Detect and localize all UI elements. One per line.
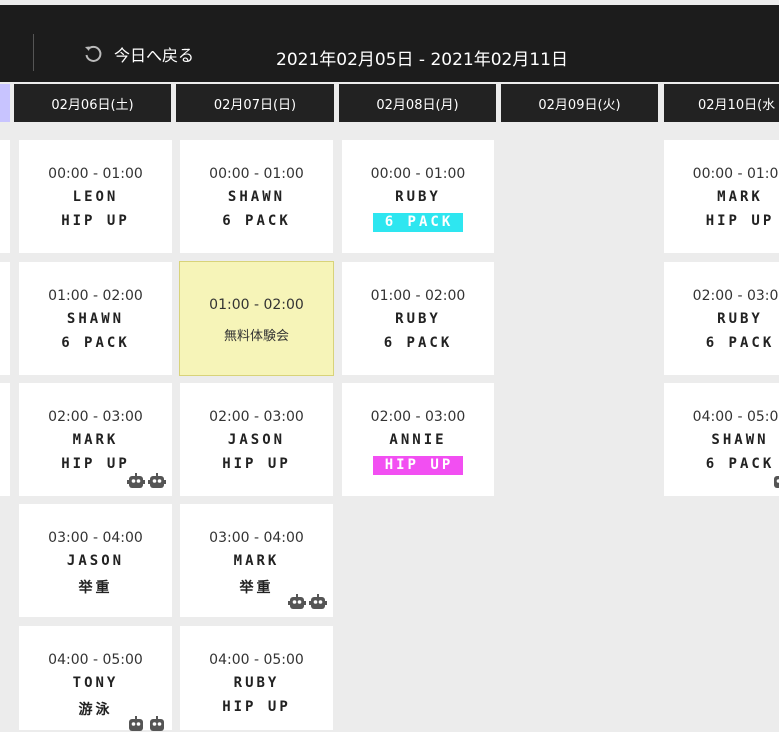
trial-slot[interactable]: 01:00 - 02:00 無料体験会 [179, 261, 334, 376]
back-to-today-button[interactable]: 今日へ戻る [82, 41, 194, 67]
class-slot[interactable]: 04:00 - 05:00 SHAWN 6 PACK [664, 383, 779, 496]
slot-time: 03:00 - 04:00 [209, 530, 304, 546]
slot-time: 04:00 - 05:00 [48, 652, 143, 668]
day-header-mon: 02月08日(月) [339, 84, 496, 122]
class-slot[interactable]: 00:00 - 01:00 SHAWN 6 PACK [180, 140, 333, 253]
class-slot[interactable]: 03:00 - 04:00 MARK 举重 [180, 504, 333, 617]
prev-day-header-edge [0, 84, 10, 122]
robot-icon [309, 594, 327, 609]
slot-coach: MARK [717, 189, 763, 205]
slot-class: 举重 [78, 580, 113, 596]
class-slot[interactable]: 02:00 - 03:00 JASON HIP UP [180, 383, 333, 496]
top-toolbar: 今日へ戻る 2021年02月05日 - 2021年02月11日 [0, 5, 779, 82]
day-header-sat: 02月06日(土) [14, 84, 171, 122]
slot-coach: SHAWN [711, 432, 769, 448]
refresh-icon [85, 45, 102, 62]
class-tag-magenta: HIP UP [372, 456, 464, 475]
slot-coach: SHAWN [227, 189, 286, 205]
booking-robots [288, 594, 327, 610]
slot-class: HIP UP [61, 456, 130, 472]
slot-class: HIP UP [222, 699, 291, 715]
slot-class: 6 PACK [222, 213, 291, 229]
slot-time: 01:00 - 02:00 [209, 297, 304, 313]
slot-time: 00:00 - 01:00 [209, 166, 304, 182]
robot-icon [127, 473, 145, 488]
slot-coach: RUBY [395, 311, 441, 327]
date-range: 2021年02月05日 - 2021年02月11日 [276, 50, 568, 70]
slot-class: 6 PACK [705, 456, 775, 472]
class-slot[interactable]: 01:00 - 02:00 SHAWN 6 PACK [19, 262, 172, 375]
class-slot[interactable]: 02:00 - 03:00 RUBY 6 PACK [664, 262, 779, 375]
slot-time: 00:00 - 01:00 [48, 166, 143, 182]
class-slot[interactable]: 01:00 - 02:00 RUBY 6 PACK [342, 262, 494, 375]
slot-time: 03:00 - 04:00 [48, 530, 143, 546]
slot-coach: MARK [233, 553, 280, 569]
slot-time: 04:00 - 05:00 [692, 409, 779, 425]
class-slot[interactable]: 02:00 - 03:00 ANNIE HIP UP [342, 383, 494, 496]
back-to-today-label: 今日へ戻る [114, 46, 195, 65]
toolbar-divider [33, 34, 34, 71]
slot-class: 6 PACK [61, 335, 130, 351]
class-slot[interactable]: 00:00 - 01:00 RUBY 6 PACK [342, 140, 494, 253]
slot-time: 02:00 - 03:00 [692, 288, 779, 304]
prev-day-slot[interactable] [0, 262, 10, 375]
slot-class: HIP UP [222, 456, 291, 472]
slot-coach: JASON [227, 432, 286, 448]
prev-day-slot[interactable] [0, 383, 10, 496]
slot-time: 00:00 - 01:00 [692, 166, 779, 182]
booking-robots [772, 473, 779, 489]
trial-label: 無料体験会 [223, 329, 289, 344]
day-header-tue: 02月09日(火) [501, 84, 658, 122]
slot-coach: LEON [72, 189, 119, 205]
class-slot[interactable]: 04:00 - 05:00 TONY 游泳 [19, 626, 172, 731]
class-slot[interactable]: 00:00 - 01:00 LEON HIP UP [19, 140, 172, 253]
slot-time: 04:00 - 05:00 [209, 652, 304, 668]
slot-class: HIP UP [61, 213, 130, 229]
slot-coach: SHAWN [66, 311, 125, 327]
class-slot[interactable]: 04:00 - 05:00 RUBY HIP UP [180, 626, 333, 730]
robot-icon [288, 594, 306, 609]
slot-time: 02:00 - 03:00 [48, 409, 143, 425]
booking-robots [127, 473, 166, 489]
slot-class: 6 PACK [705, 335, 775, 351]
slot-coach: RUBY [717, 311, 763, 327]
slot-time: 01:00 - 02:00 [370, 288, 466, 304]
slot-class: 6 PACK [383, 335, 453, 351]
slot-class-wrap: HIP UP [342, 456, 494, 475]
class-slot[interactable]: 00:00 - 01:00 MARK HIP UP [664, 140, 779, 253]
day-header-wed: 02月10日(水 [664, 84, 779, 122]
slot-coach: RUBY [233, 675, 280, 691]
slot-coach: MARK [72, 432, 119, 448]
robot-icon [774, 476, 779, 488]
slot-class-wrap: 6 PACK [342, 213, 494, 232]
slot-time: 02:00 - 03:00 [370, 409, 466, 425]
slot-time: 01:00 - 02:00 [48, 288, 143, 304]
slot-time: 00:00 - 01:00 [370, 166, 466, 182]
prev-day-slot[interactable] [0, 140, 10, 253]
slot-time: 02:00 - 03:00 [209, 409, 304, 425]
class-tag-cyan: 6 PACK [372, 213, 464, 232]
slot-coach: ANNIE [389, 432, 447, 448]
slot-coach: JASON [66, 553, 125, 569]
slot-class: HIP UP [705, 213, 775, 229]
robot-icon [148, 473, 166, 488]
slot-coach: RUBY [395, 189, 441, 205]
class-slot[interactable]: 02:00 - 03:00 MARK HIP UP [19, 383, 172, 496]
class-slot[interactable]: 03:00 - 04:00 JASON 举重 [19, 504, 172, 617]
day-header-sun: 02月07日(日) [176, 84, 334, 122]
slot-coach: TONY [72, 675, 119, 691]
